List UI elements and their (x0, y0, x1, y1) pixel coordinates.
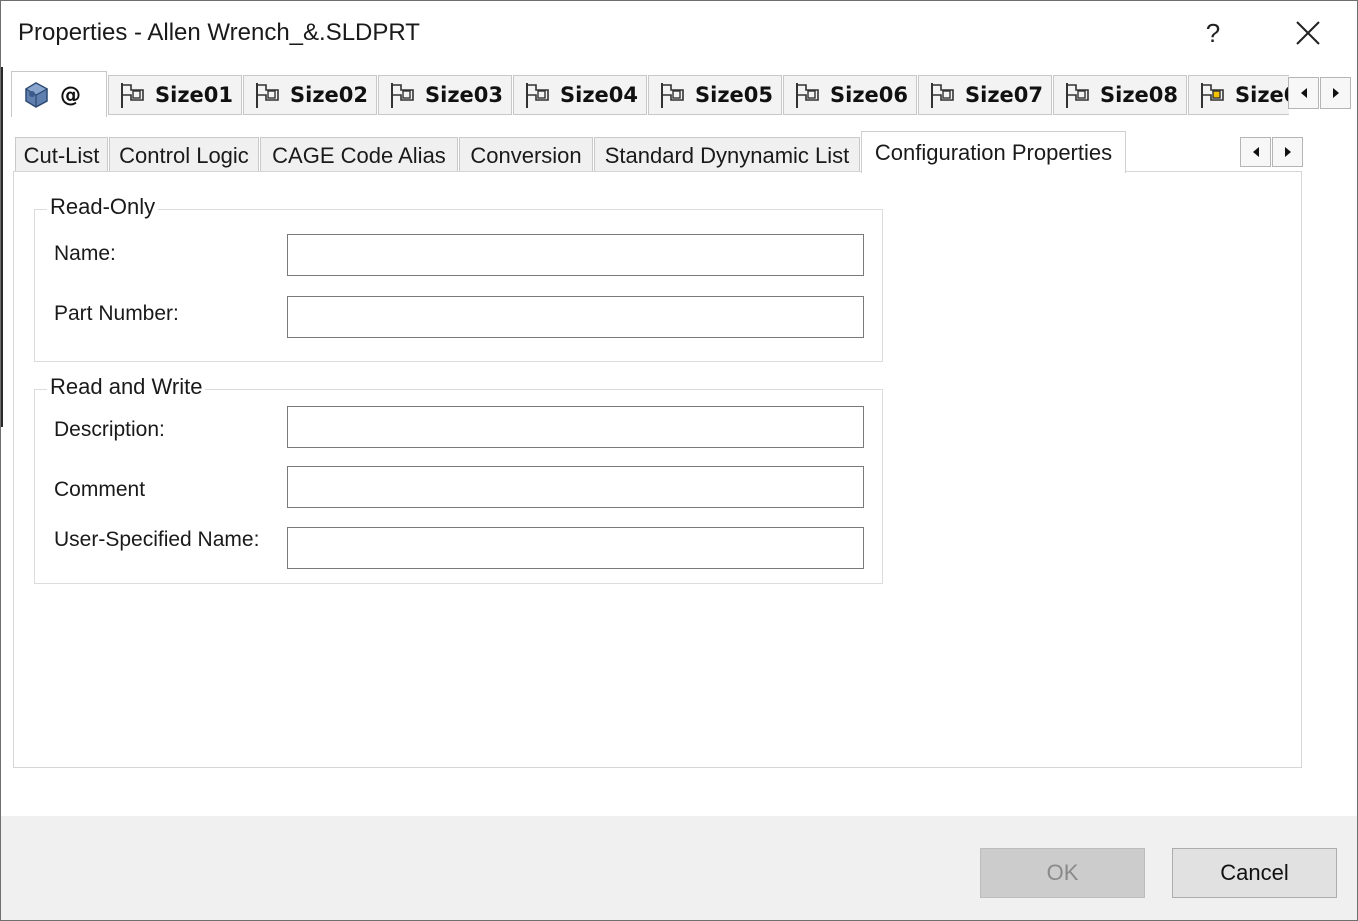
caret-right-icon (1284, 147, 1291, 157)
part-number-label: Part Number: (54, 302, 179, 325)
help-button[interactable]: ? (1191, 11, 1235, 55)
config-tab-label: Size01 (155, 83, 234, 107)
config-tab-label: @ (60, 82, 81, 107)
tab-conversion[interactable]: Conversion (459, 137, 593, 173)
caret-right-icon (1332, 88, 1339, 98)
tab-cage-code-alias[interactable]: CAGE Code Alias (260, 137, 458, 173)
tab-config-size03[interactable]: Size03 (378, 75, 512, 115)
configuration-tab-strip: @ Size01 Size02 Size03 Size04 Size05 Siz… (11, 71, 1289, 117)
config-tab-label: Size02 (290, 83, 369, 107)
properties-dialog: Properties - Allen Wrench_&.SLDPRT ? @ S… (0, 0, 1358, 921)
comment-field[interactable] (287, 466, 864, 508)
configuration-tab-bar: @ Size01 Size02 Size03 Size04 Size05 Siz… (11, 71, 1351, 117)
config-tab-label: Size04 (560, 83, 639, 107)
read-write-group: Read and Write Description: Comment User… (34, 374, 883, 584)
close-icon (1296, 21, 1320, 45)
configuration-icon (121, 83, 144, 108)
part-number-field[interactable] (287, 296, 864, 338)
caret-left-icon (1300, 88, 1307, 98)
read-only-group: Read-Only Name: Part Number: (34, 194, 883, 362)
config-tab-label: Size07 (965, 83, 1044, 107)
configuration-icon (526, 83, 549, 108)
config-tabs-scroll-left[interactable] (1288, 77, 1319, 109)
description-field[interactable] (287, 406, 864, 448)
part-icon (24, 81, 49, 108)
window-edge (1, 67, 3, 427)
tab-config-default[interactable]: @ (11, 71, 107, 117)
tab-config-size04[interactable]: Size04 (513, 75, 647, 115)
config-tab-label: Size05 (695, 83, 774, 107)
cancel-button[interactable]: Cancel (1172, 848, 1337, 898)
property-tabs-scroll-left[interactable] (1240, 137, 1271, 167)
configuration-icon (256, 83, 279, 108)
close-button[interactable] (1285, 11, 1331, 55)
tab-config-size07[interactable]: Size07 (918, 75, 1052, 115)
name-field[interactable] (287, 234, 864, 276)
config-tab-label: Size08 (1100, 83, 1179, 107)
tab-config-size09[interactable]: Size09 (1188, 75, 1289, 115)
description-label: Description: (54, 418, 165, 441)
tab-config-size05[interactable]: Size05 (648, 75, 782, 115)
name-label: Name: (54, 242, 116, 265)
config-tabs-scroll-right[interactable] (1320, 77, 1351, 109)
tab-standard-dynynamic-list[interactable]: Standard Dynynamic List (594, 137, 860, 173)
tab-control-logic[interactable]: Control Logic (109, 137, 259, 173)
tab-configuration-properties[interactable]: Configuration Properties (861, 131, 1126, 173)
configuration-icon (796, 83, 819, 108)
config-tab-label: Size03 (425, 83, 504, 107)
config-tab-label: Size06 (830, 83, 909, 107)
configuration-icon (391, 83, 414, 108)
tab-config-size02[interactable]: Size02 (243, 75, 377, 115)
configuration-icon (661, 83, 684, 108)
config-tab-label: Size09 (1235, 83, 1289, 107)
configuration-active-icon (1201, 83, 1224, 108)
tab-config-size01[interactable]: Size01 (108, 75, 242, 115)
user-specified-name-label: User-Specified Name: (54, 528, 260, 551)
property-tab-bar: Cut-List Control Logic CAGE Code Alias C… (15, 131, 1305, 175)
read-only-legend: Read-Only (47, 194, 159, 220)
dialog-footer: OK Cancel (1, 816, 1357, 920)
dialog-title: Properties - Allen Wrench_&.SLDPRT (18, 19, 420, 46)
tab-cut-list[interactable]: Cut-List (15, 137, 108, 173)
property-tabs-scroll-right[interactable] (1272, 137, 1303, 167)
configuration-properties-panel: Read-Only Name: Part Number: Read and Wr… (13, 171, 1302, 768)
title-bar: Properties - Allen Wrench_&.SLDPRT ? (1, 1, 1357, 67)
tab-config-size06[interactable]: Size06 (783, 75, 917, 115)
ok-button[interactable]: OK (980, 848, 1145, 898)
comment-label: Comment (54, 478, 146, 501)
tab-config-size08[interactable]: Size08 (1053, 75, 1187, 115)
caret-left-icon (1252, 147, 1259, 157)
configuration-icon (1066, 83, 1089, 108)
configuration-icon (931, 83, 954, 108)
read-write-legend: Read and Write (47, 374, 206, 400)
user-specified-name-field[interactable] (287, 527, 864, 569)
